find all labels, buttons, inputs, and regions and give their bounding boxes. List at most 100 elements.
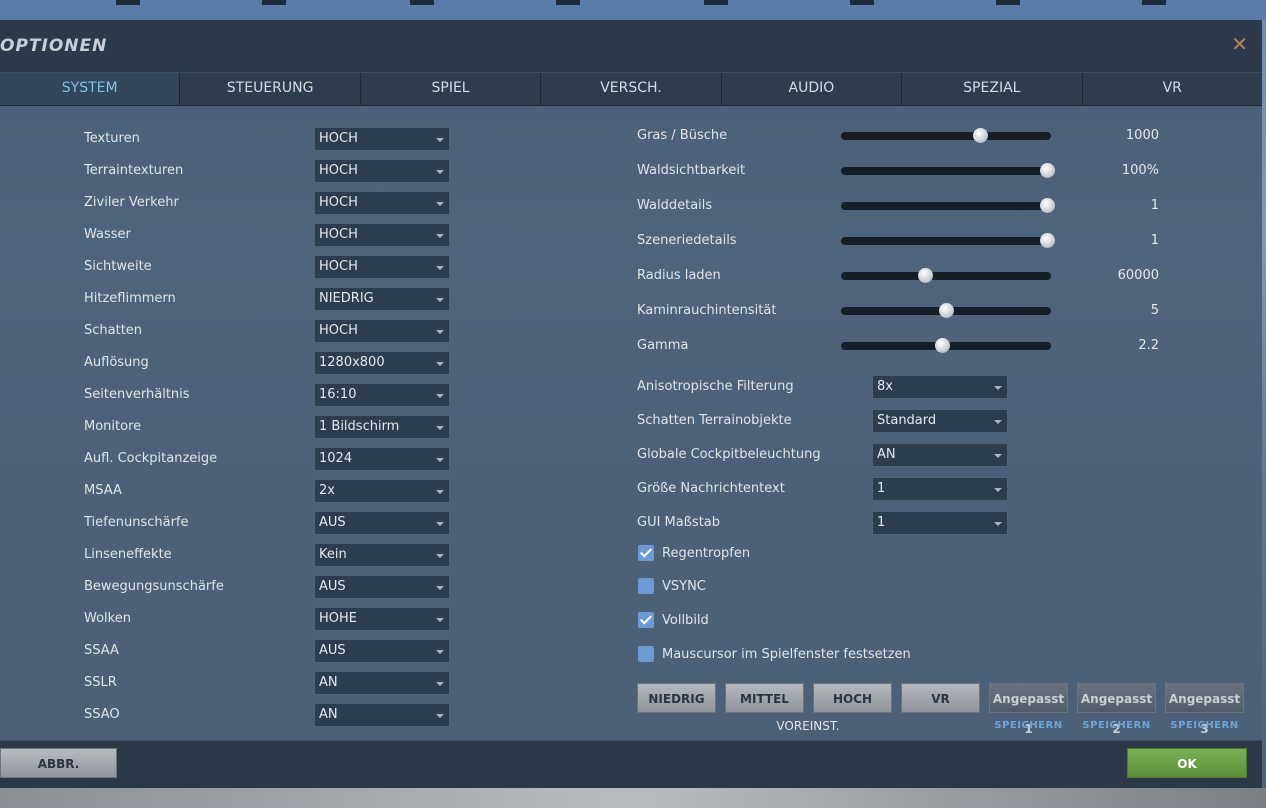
checkbox-label: Mauscursor im Spielfenster festsetzen	[662, 647, 911, 662]
setting-dropdown[interactable]: 1 Bildschirm	[314, 415, 450, 439]
setting-dropdown[interactable]: 2x	[314, 479, 450, 503]
checkbox[interactable]	[638, 612, 654, 628]
setting-dropdown[interactable]: HOCH	[314, 191, 450, 215]
setting-label: Schatten	[84, 323, 143, 338]
slider-handle[interactable]	[1039, 163, 1055, 178]
chevron-down-icon	[436, 202, 444, 206]
setting-dropdown[interactable]: 16:10	[314, 383, 450, 407]
dropdown-value: 2x	[319, 483, 335, 498]
save-preset-2-link[interactable]: SPEICHERN	[1077, 720, 1156, 731]
chevron-down-icon	[436, 490, 444, 494]
slider-track[interactable]	[841, 233, 1055, 248]
save-preset-1-link[interactable]: SPEICHERN	[989, 720, 1068, 731]
close-icon[interactable]: ✕	[1231, 34, 1248, 54]
chevron-down-icon	[436, 650, 444, 654]
preset-button-niedrig[interactable]: NIEDRIG	[637, 683, 716, 713]
setting-dropdown[interactable]: 1	[872, 511, 1008, 535]
setting-dropdown[interactable]: 1280x800	[314, 351, 450, 375]
strip-marker	[410, 0, 434, 5]
slider-track[interactable]	[841, 338, 1051, 353]
slider-track[interactable]	[841, 128, 1051, 143]
preset-custom-1-button[interactable]: Angepasst 1	[989, 683, 1068, 736]
setting-label: Texturen	[84, 131, 140, 146]
setting-dropdown[interactable]: HOCH	[314, 319, 450, 343]
dropdown-value: HOCH	[319, 227, 358, 242]
tab-vr[interactable]: VR	[1083, 73, 1262, 105]
dropdown-value: Kein	[319, 547, 347, 562]
slider-handle[interactable]	[934, 338, 950, 353]
chevron-down-icon	[994, 386, 1002, 390]
tab-steuerung[interactable]: STEUERUNG	[180, 73, 361, 105]
dropdown-value: HOCH	[319, 131, 358, 146]
background-strip-top	[0, 0, 1266, 20]
checkbox-label: VSYNC	[662, 579, 706, 594]
tab-versch[interactable]: VERSCH.	[541, 73, 722, 105]
slider-handle[interactable]	[972, 128, 988, 143]
checkbox[interactable]	[638, 646, 654, 662]
setting-label: MSAA	[84, 483, 122, 498]
slider-handle[interactable]	[1039, 198, 1055, 213]
dropdown-value: 1	[877, 481, 886, 496]
ok-button[interactable]: OK	[1127, 748, 1247, 778]
setting-dropdown[interactable]: AN	[872, 443, 1008, 467]
slider-track[interactable]	[841, 268, 1051, 283]
setting-dropdown[interactable]: 1	[872, 477, 1008, 501]
setting-dropdown[interactable]: HOCH	[314, 255, 450, 279]
checkbox[interactable]	[638, 578, 654, 594]
strip-marker	[556, 0, 580, 5]
chevron-down-icon	[994, 420, 1002, 424]
strip-marker	[262, 0, 286, 5]
strip-marker	[1142, 0, 1166, 5]
preset-custom-2-button[interactable]: Angepasst 2	[1077, 683, 1156, 736]
setting-dropdown[interactable]: NIEDRIG	[314, 287, 450, 311]
preset-button-hoch[interactable]: HOCH	[813, 683, 892, 713]
dropdown-value: AUS	[319, 643, 346, 658]
cancel-button[interactable]: ABBR.	[0, 748, 117, 778]
setting-dropdown[interactable]: HOHE	[314, 607, 450, 631]
dropdown-value: HOCH	[319, 259, 358, 274]
checkbox[interactable]	[638, 545, 654, 561]
slider-track[interactable]	[841, 303, 1051, 318]
setting-dropdown[interactable]: AN	[314, 703, 450, 727]
dropdown-value: AUS	[319, 579, 346, 594]
setting-label: Wasser	[84, 227, 131, 242]
slider-handle[interactable]	[1039, 233, 1055, 248]
preset-button-vr[interactable]: VR	[901, 683, 980, 713]
preset-custom-3-button[interactable]: Angepasst 3	[1165, 683, 1244, 736]
slider-handle[interactable]	[939, 303, 954, 318]
setting-dropdown[interactable]: AUS	[314, 639, 450, 663]
setting-dropdown[interactable]: Standard	[872, 409, 1008, 433]
setting-dropdown[interactable]: HOCH	[314, 127, 450, 151]
preset-button-mittel[interactable]: MITTEL	[725, 683, 804, 713]
setting-label: Tiefenunschärfe	[84, 515, 189, 530]
slider-label: Radius laden	[637, 268, 721, 283]
setting-dropdown[interactable]: Kein	[314, 543, 450, 567]
tab-audio[interactable]: AUDIO	[722, 73, 903, 105]
setting-label: Linseneffekte	[84, 547, 172, 562]
save-preset-3-link[interactable]: SPEICHERN	[1165, 720, 1244, 731]
setting-dropdown[interactable]: 1024	[314, 447, 450, 471]
background-strip-bottom	[0, 788, 1266, 808]
setting-dropdown[interactable]: AUS	[314, 575, 450, 599]
setting-label: SSAA	[84, 643, 119, 658]
slider-track[interactable]	[841, 198, 1055, 213]
tab-bar: SYSTEM STEUERUNG SPIEL VERSCH. AUDIO SPEZIAL V…	[0, 72, 1262, 106]
dialog-title: OPTIONEN	[0, 36, 108, 56]
setting-dropdown[interactable]: AN	[314, 671, 450, 695]
chevron-down-icon	[994, 522, 1002, 526]
setting-label: Seitenverhältnis	[84, 387, 190, 402]
setting-dropdown[interactable]: AUS	[314, 511, 450, 535]
setting-dropdown[interactable]: HOCH	[314, 223, 450, 247]
slider-handle[interactable]	[918, 268, 933, 283]
slider-label: Szeneriedetails	[637, 233, 737, 248]
setting-label: GUI Maßstab	[637, 515, 721, 530]
tab-spiel[interactable]: SPIEL	[361, 73, 542, 105]
dropdown-value: HOHE	[319, 611, 357, 626]
tab-spezial[interactable]: SPEZIAL	[902, 73, 1083, 105]
chevron-down-icon	[436, 266, 444, 270]
presets-caption: VOREINST.	[776, 719, 840, 733]
setting-dropdown[interactable]: 8x	[872, 375, 1008, 399]
slider-track[interactable]	[841, 163, 1055, 178]
tab-system[interactable]: SYSTEM	[0, 73, 181, 105]
setting-dropdown[interactable]: HOCH	[314, 159, 450, 183]
